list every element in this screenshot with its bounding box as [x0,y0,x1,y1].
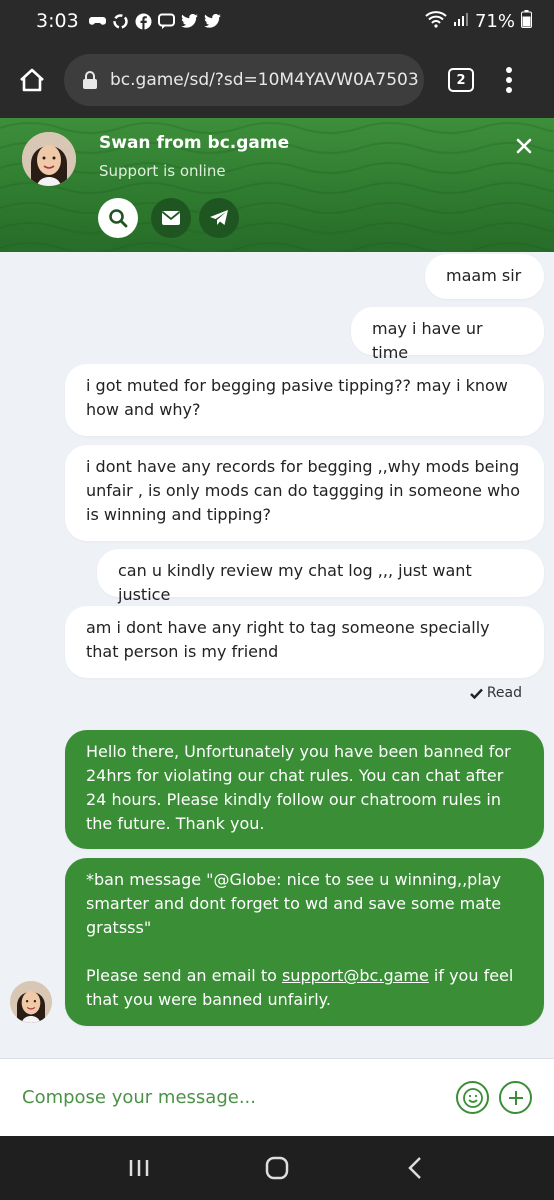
url-text: bc.game/sd/?sd=10M4YAVW0A7503 [110,70,419,90]
home-circle-icon [265,1156,289,1180]
status-time: 3:03 [36,10,79,32]
twitter-icon [203,13,221,30]
agent-status: Support is online [99,162,226,180]
smiley-icon [462,1087,483,1108]
browser-menu-button[interactable] [506,67,512,93]
recent-apps-icon [129,1160,149,1176]
address-bar[interactable]: bc.game/sd/?sd=10M4YAVW0A7503 [64,54,424,106]
agent-message-text: *ban message "@Globe: nice to see u winn… [86,870,502,937]
recent-apps-button[interactable] [124,1153,154,1183]
home-button[interactable] [0,42,64,118]
search-button[interactable] [98,198,138,238]
read-receipt: Read [469,685,522,701]
user-message: am i dont have any right to tag someone … [65,606,544,678]
emoji-button[interactable] [456,1081,489,1114]
twitter-icon [180,13,198,30]
email-prefix: Please send an email to [86,966,282,985]
user-message: may i have ur time [351,307,544,362]
agent-message-text: Please send an email to support@bc.game … [86,964,523,1012]
back-button[interactable] [400,1153,430,1183]
status-right: 71% [425,9,532,33]
browser-toolbar: bc.game/sd/?sd=10M4YAVW0A7503 2 [0,42,554,118]
wifi-icon [425,10,447,33]
close-chat-button[interactable] [514,136,534,156]
agent-message: Hello there, Unfortunately you have been… [65,730,544,849]
user-message: maam sir [425,254,544,299]
user-message: i dont have any records for begging ,,wh… [65,445,544,541]
checkmark-icon [469,688,483,699]
mail-icon [161,211,181,225]
facebook-icon [135,13,152,30]
signal-icon [453,11,469,32]
plus-icon [508,1090,523,1105]
chat-header: Swan from bc.game Support is online [0,118,554,252]
user-message: can u kindly review my chat log ,,, just… [97,549,544,604]
user-message: i got muted for begging pasive tipping??… [65,364,544,436]
message-input[interactable] [22,1087,446,1108]
agent-avatar-small [10,981,52,1023]
search-icon [109,209,128,228]
telegram-button[interactable] [199,198,239,238]
battery-icon [521,9,532,33]
composer [0,1058,554,1136]
game-controller-icon [88,13,106,30]
telegram-icon [210,210,228,225]
back-icon [408,1157,421,1179]
agent-avatar [22,132,76,186]
recycle-icon [112,13,129,30]
home-nav-button[interactable] [262,1153,292,1183]
home-icon [20,68,44,92]
notification-icons [88,13,221,30]
message-list[interactable]: maam sir may i have ur time i got muted … [0,252,554,1058]
agent-message: *ban message "@Globe: nice to see u winn… [65,858,544,1026]
close-icon [516,138,532,154]
battery-percent: 71% [474,10,515,32]
agent-name: Swan from bc.game [99,133,290,153]
email-button[interactable] [151,198,191,238]
read-label: Read [486,685,522,701]
message-icon [157,13,175,30]
support-email-link[interactable]: support@bc.game [282,966,429,985]
tab-switcher-button[interactable]: 2 [448,68,474,92]
attach-button[interactable] [499,1081,532,1114]
android-nav-bar [0,1136,554,1200]
status-bar: 3:03 71% [0,0,554,42]
lock-icon [83,71,97,89]
